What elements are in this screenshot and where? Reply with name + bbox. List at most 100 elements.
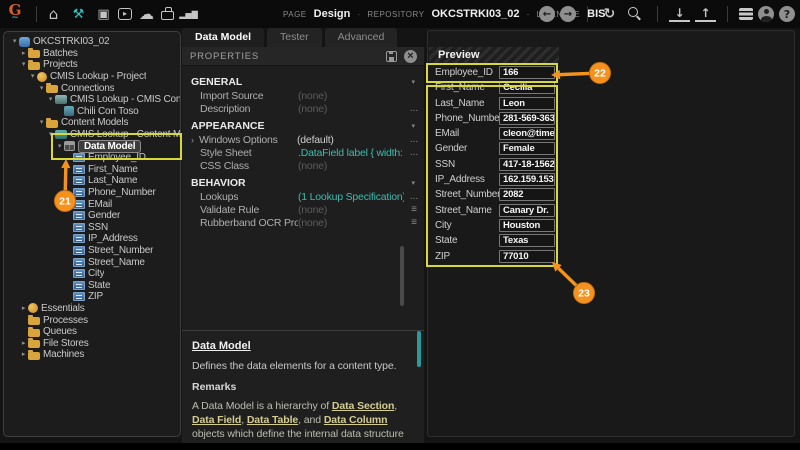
field-value-input[interactable]: Texas <box>499 234 555 247</box>
tree-item-content-models[interactable]: ▾Content Models <box>4 117 180 129</box>
menu-icon[interactable]: ≡ <box>404 217 424 228</box>
property-value[interactable]: (none) <box>298 217 404 229</box>
expander-icon[interactable]: ▸ <box>19 351 28 358</box>
tree-item-last-name[interactable]: Last_Name <box>4 175 180 187</box>
ellipsis-button[interactable]: ... <box>404 103 424 114</box>
page-value[interactable]: Design <box>314 8 351 20</box>
tree-item-ip-address[interactable]: IP_Address <box>4 233 180 245</box>
expander-icon[interactable]: ▾ <box>46 131 55 138</box>
expander-icon[interactable]: ▾ <box>19 61 28 68</box>
expander-icon[interactable]: ▾ <box>55 143 64 150</box>
property-value[interactable]: (1 Lookup Specification) <box>298 191 404 203</box>
tree-item-state[interactable]: State <box>4 279 180 291</box>
section-header-behavior[interactable]: BEHAVIOR▾ <box>182 175 424 190</box>
field-value-input[interactable]: cleon@time.co <box>499 127 555 140</box>
tree-item-ssn[interactable]: SSN <box>4 222 180 234</box>
chevron-down-icon[interactable]: ▾ <box>411 122 415 130</box>
database-button[interactable] <box>739 8 753 20</box>
tree-item-file-stores[interactable]: ▸File Stores <box>4 337 180 349</box>
help-button[interactable] <box>779 6 795 22</box>
tree-item-first-name[interactable]: First_Name <box>4 164 180 176</box>
tab-advanced[interactable]: Advanced <box>325 28 398 47</box>
tree-item-connections[interactable]: ▾Connections <box>4 82 180 94</box>
section-header-appearance[interactable]: APPEARANCE▾ <box>182 118 424 133</box>
forward-button[interactable] <box>560 6 576 22</box>
menu-icon[interactable]: ≡ <box>404 204 424 215</box>
property-value[interactable]: (none) <box>298 160 404 172</box>
tree-item-gender[interactable]: Gender <box>4 210 180 222</box>
field-value-input[interactable]: Cecilia <box>499 81 555 94</box>
case-button[interactable] <box>161 11 174 20</box>
repository-value[interactable]: OKCSTRKI03_02 <box>432 8 520 20</box>
field-value-input[interactable]: 162.159.153.7 <box>499 173 555 186</box>
chevron-down-icon[interactable]: ▾ <box>411 179 415 187</box>
doc-link-data-section[interactable]: Data Section <box>332 400 394 412</box>
field-value-input[interactable]: 417-18-1562 <box>499 158 555 171</box>
tree-item-phone-number[interactable]: Phone_Number <box>4 187 180 199</box>
property-value[interactable]: .DataField label { width: 12... <box>298 147 404 159</box>
tree-item-okcstrki03-02[interactable]: ▾OKCSTRKI03_02 <box>4 36 180 48</box>
property-value[interactable]: (none) <box>298 90 404 102</box>
properties-scrollbar-thumb[interactable] <box>400 246 404 306</box>
field-value-input[interactable]: Canary Dr. <box>499 204 555 217</box>
section-header-general[interactable]: GENERAL▾ <box>182 74 424 89</box>
home-button[interactable] <box>43 5 64 23</box>
field-value-input[interactable]: 77010 <box>499 250 555 263</box>
search-button[interactable] <box>625 5 646 23</box>
account-button[interactable] <box>758 6 774 22</box>
tab-data-model[interactable]: Data Model <box>182 28 264 47</box>
expander-icon[interactable]: ▾ <box>10 38 19 45</box>
property-value[interactable]: (default) <box>297 134 404 146</box>
tools-button[interactable] <box>68 5 89 23</box>
doc-link-data-table[interactable]: Data Table <box>247 414 298 426</box>
close-icon[interactable] <box>404 50 417 63</box>
upload-button[interactable] <box>695 7 716 22</box>
tab-tester[interactable]: Tester <box>267 28 322 47</box>
expander-icon[interactable]: › <box>191 135 199 145</box>
expander-icon[interactable]: ▾ <box>37 85 46 92</box>
expander-icon[interactable]: ▾ <box>37 119 46 126</box>
expander-icon[interactable]: ▸ <box>19 340 28 347</box>
doc-link-data-column[interactable]: Data Column <box>324 414 388 426</box>
tree-item-chili-con-toso[interactable]: Chili Con Toso <box>4 106 180 118</box>
expander-icon[interactable]: ▸ <box>19 305 28 312</box>
ellipsis-button[interactable]: ... <box>404 191 424 202</box>
property-value[interactable]: (none) <box>298 204 404 216</box>
property-value[interactable]: (none) <box>298 103 404 115</box>
archive-button[interactable] <box>93 5 114 23</box>
expander-icon[interactable]: ▾ <box>28 73 37 80</box>
stats-button[interactable] <box>178 5 199 23</box>
ellipsis-button[interactable]: ... <box>404 134 424 145</box>
refresh-button[interactable] <box>599 5 620 23</box>
tree-item-cmis-lookup-content-model[interactable]: ▾CMIS Lookup - Content Model <box>4 129 180 141</box>
doc-link-data-field[interactable]: Data Field <box>192 414 241 426</box>
doc-scrollbar-thumb[interactable] <box>417 331 421 367</box>
field-value-input[interactable]: 281-569-3636 <box>499 112 555 125</box>
field-value-input[interactable]: 166 <box>499 66 555 79</box>
tree-item-machines[interactable]: ▸Machines <box>4 349 180 361</box>
expander-icon[interactable]: ▾ <box>46 96 55 103</box>
tree-item-data-model[interactable]: ▾Data Model <box>4 140 180 152</box>
field-value-input[interactable]: 2082 <box>499 188 555 201</box>
tree-item-zip[interactable]: ZIP <box>4 291 180 303</box>
tree-item-essentials[interactable]: ▸Essentials <box>4 303 180 315</box>
field-value-input[interactable]: Houston <box>499 219 555 232</box>
cloud-button[interactable] <box>136 5 157 23</box>
media-button[interactable] <box>118 8 132 20</box>
field-value-input[interactable]: Leon <box>499 97 555 110</box>
tree-item-email[interactable]: EMail <box>4 198 180 210</box>
tree-item-processes[interactable]: Processes <box>4 314 180 326</box>
ellipsis-button[interactable]: ... <box>404 147 424 158</box>
tree-item-city[interactable]: City <box>4 268 180 280</box>
tree-item-employee-id[interactable]: Employee_ID <box>4 152 180 164</box>
tree-item-batches[interactable]: ▸Batches <box>4 48 180 60</box>
field-value-input[interactable]: Female <box>499 142 555 155</box>
tree-item-street-number[interactable]: Street_Number <box>4 245 180 257</box>
tree-item-street-name[interactable]: Street_Name <box>4 256 180 268</box>
save-icon[interactable] <box>386 51 397 62</box>
tree-item-cmis-lookup-cmis-connection[interactable]: ▾CMIS Lookup - CMIS Connection <box>4 94 180 106</box>
download-button[interactable] <box>669 7 690 22</box>
tree-item-queues[interactable]: Queues <box>4 326 180 338</box>
tree-item-cmis-lookup-project[interactable]: ▾CMIS Lookup - Project <box>4 71 180 83</box>
tree-item-projects[interactable]: ▾Projects <box>4 59 180 71</box>
